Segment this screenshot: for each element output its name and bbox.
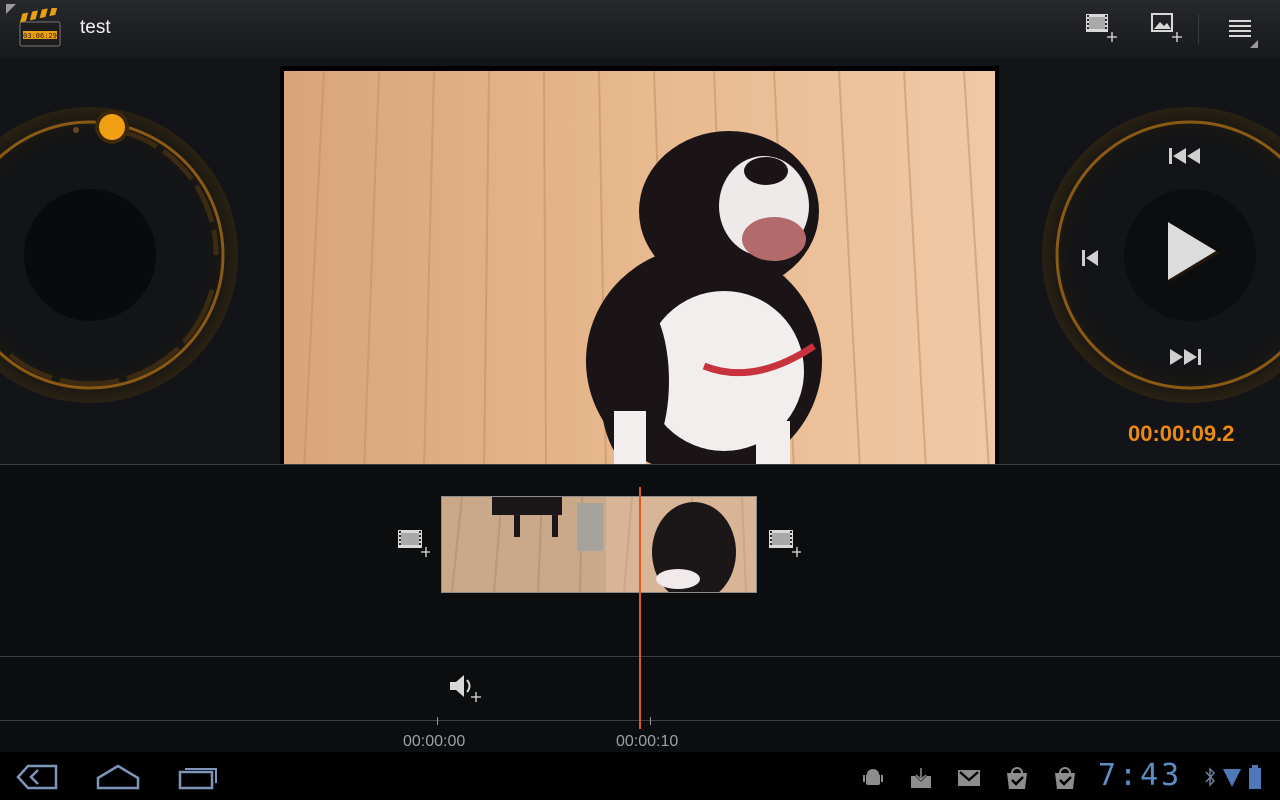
- play-button[interactable]: [1158, 218, 1228, 288]
- rewind-icon: [1169, 148, 1200, 164]
- video-preview[interactable]: [284, 71, 995, 470]
- actionbar-divider: [1198, 14, 1199, 44]
- home-button[interactable]: [94, 762, 142, 797]
- market-icon: [1004, 765, 1030, 796]
- current-time-readout: 00:00:09.2: [1128, 421, 1235, 446]
- menu-corner-indicator: [1250, 40, 1258, 48]
- battery-icon: [1248, 764, 1262, 795]
- overflow-corner-indicator: [6, 4, 16, 14]
- clip-thumbnails: [442, 497, 756, 592]
- video-frame-image: [284, 71, 995, 470]
- add-clip-after-button[interactable]: [767, 528, 802, 558]
- back-icon: [16, 764, 58, 790]
- project-title: test: [80, 17, 111, 38]
- ruler-tick: [437, 717, 438, 725]
- bluetooth-icon: [1204, 766, 1216, 793]
- ruler-label: 00:00:00: [403, 733, 466, 750]
- playhead[interactable]: [639, 487, 641, 729]
- android-debug-icon: [862, 767, 884, 794]
- status-clock: 7:43: [1098, 758, 1183, 793]
- market-icon: [1052, 765, 1078, 796]
- recent-apps-button[interactable]: [176, 762, 220, 797]
- fast-forward-button[interactable]: [1166, 343, 1204, 371]
- film-plus-icon: [1086, 14, 1117, 42]
- jog-dial[interactable]: [0, 100, 250, 410]
- add-image-button[interactable]: [1146, 8, 1190, 48]
- app-icon[interactable]: 03:06:29: [18, 6, 62, 48]
- clapperboard-icon: 03:06:29: [18, 6, 61, 47]
- add-clip-before-button[interactable]: [396, 528, 431, 558]
- transport-dial: [1042, 107, 1280, 403]
- previous-frame-icon: [1082, 250, 1098, 266]
- rewind-button[interactable]: [1166, 142, 1204, 170]
- film-plus-icon: [769, 530, 802, 557]
- video-clip[interactable]: [441, 496, 757, 593]
- fast-forward-icon: [1170, 349, 1201, 365]
- play-icon: [1168, 222, 1220, 282]
- timeline-top-divider: [0, 464, 1280, 465]
- ruler-tick: [650, 717, 651, 725]
- gmail-icon: [957, 768, 981, 793]
- download-icon: [909, 766, 933, 795]
- wifi-icon: [1222, 766, 1242, 793]
- home-icon: [96, 764, 140, 790]
- app-icon-counter: 03:06:29: [23, 32, 57, 40]
- recent-apps-icon: [178, 768, 217, 790]
- add-video-clip-button[interactable]: [1080, 8, 1124, 48]
- action-bar: 03:06:29 test: [0, 0, 1280, 58]
- speaker-plus-icon: [450, 675, 481, 702]
- previous-frame-button[interactable]: [1076, 244, 1104, 272]
- back-button[interactable]: [14, 762, 60, 797]
- film-plus-icon: [398, 530, 431, 557]
- image-plus-icon: [1151, 13, 1182, 42]
- ruler-label: 00:00:10: [616, 733, 679, 750]
- add-audio-button[interactable]: [446, 670, 486, 706]
